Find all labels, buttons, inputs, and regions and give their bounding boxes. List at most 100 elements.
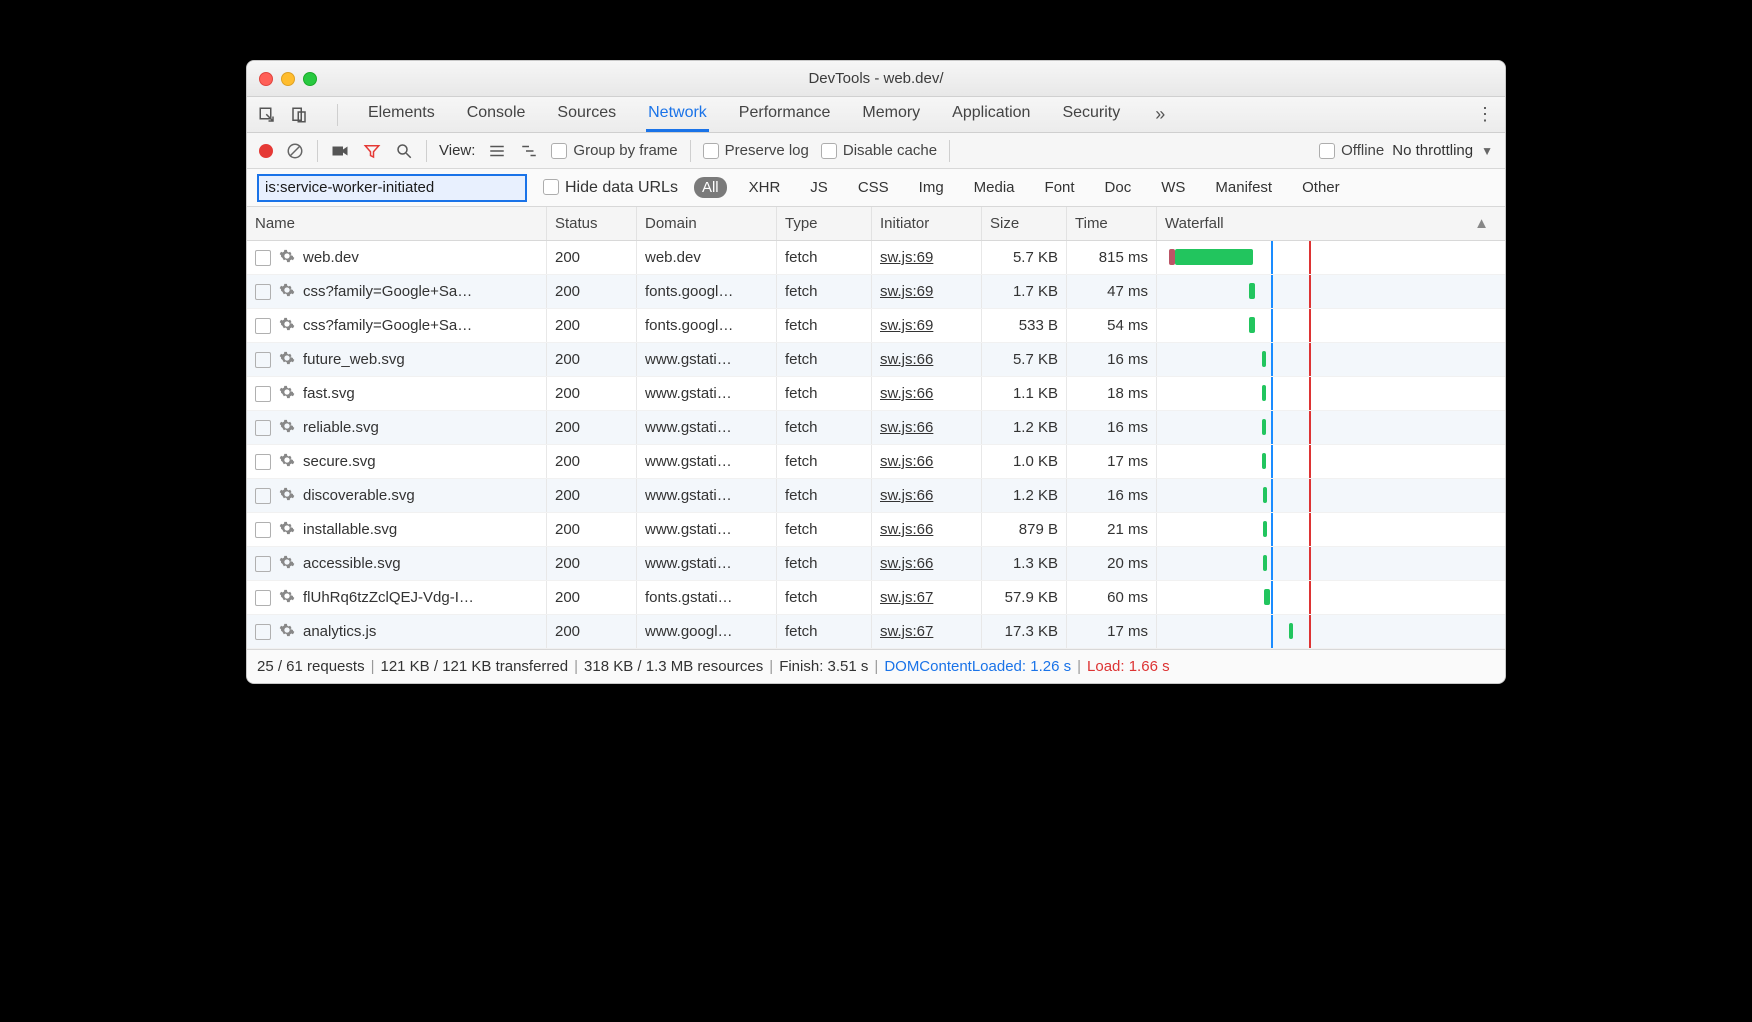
minimize-icon[interactable]: [281, 72, 295, 86]
row-checkbox[interactable]: [255, 488, 271, 504]
initiator-link[interactable]: sw.js:67: [880, 589, 933, 606]
row-checkbox[interactable]: [255, 386, 271, 402]
filter-bar: Hide data URLs All XHR JS CSS Img Media Font Do…: [247, 169, 1505, 207]
row-checkbox[interactable]: [255, 420, 271, 436]
overflow-tabs-icon[interactable]: »: [1150, 105, 1170, 125]
camera-icon[interactable]: [330, 141, 350, 161]
tab-application[interactable]: Application: [950, 97, 1032, 132]
cell-time: 16 ms: [1067, 343, 1157, 376]
record-button[interactable]: [259, 144, 273, 158]
cell-time: 18 ms: [1067, 377, 1157, 410]
maximize-icon[interactable]: [303, 72, 317, 86]
col-type[interactable]: Type: [777, 207, 872, 240]
inspect-icon[interactable]: [257, 105, 277, 125]
initiator-link[interactable]: sw.js:69: [880, 249, 933, 266]
filter-type-doc[interactable]: Doc: [1097, 177, 1140, 198]
col-status[interactable]: Status: [547, 207, 637, 240]
initiator-link[interactable]: sw.js:66: [880, 521, 933, 538]
cell-size: 57.9 KB: [982, 581, 1067, 614]
filter-type-ws[interactable]: WS: [1153, 177, 1193, 198]
clear-icon[interactable]: [285, 141, 305, 161]
tab-sources[interactable]: Sources: [555, 97, 618, 132]
initiator-link[interactable]: sw.js:69: [880, 317, 933, 334]
table-row[interactable]: analytics.js200www.googl…fetchsw.js:6717…: [247, 615, 1505, 649]
close-icon[interactable]: [259, 72, 273, 86]
col-time[interactable]: Time: [1067, 207, 1157, 240]
filter-type-other[interactable]: Other: [1294, 177, 1348, 198]
tab-console[interactable]: Console: [465, 97, 528, 132]
tab-memory[interactable]: Memory: [860, 97, 922, 132]
filter-type-js[interactable]: JS: [802, 177, 836, 198]
col-size[interactable]: Size: [982, 207, 1067, 240]
table-row[interactable]: installable.svg200www.gstati…fetchsw.js:…: [247, 513, 1505, 547]
device-toggle-icon[interactable]: [289, 105, 309, 125]
col-waterfall[interactable]: Waterfall▲: [1157, 207, 1505, 240]
search-icon[interactable]: [394, 141, 414, 161]
filter-type-manifest[interactable]: Manifest: [1207, 177, 1280, 198]
cell-type: fetch: [777, 411, 872, 444]
row-checkbox[interactable]: [255, 250, 271, 266]
kebab-menu-icon[interactable]: ⋮: [1475, 105, 1495, 125]
tab-elements[interactable]: Elements: [366, 97, 437, 132]
disable-cache-checkbox[interactable]: Disable cache: [821, 142, 937, 159]
waterfall-view-icon[interactable]: [519, 141, 539, 161]
initiator-link[interactable]: sw.js:66: [880, 453, 933, 470]
filter-type-img[interactable]: Img: [911, 177, 952, 198]
col-name[interactable]: Name: [247, 207, 547, 240]
hide-data-urls-checkbox[interactable]: Hide data URLs: [543, 179, 678, 197]
initiator-link[interactable]: sw.js:66: [880, 351, 933, 368]
table-row[interactable]: future_web.svg200www.gstati…fetchsw.js:6…: [247, 343, 1505, 377]
group-by-frame-checkbox[interactable]: Group by frame: [551, 142, 677, 159]
table-row[interactable]: web.dev200web.devfetchsw.js:695.7 KB815 …: [247, 241, 1505, 275]
initiator-link[interactable]: sw.js:66: [880, 555, 933, 572]
col-initiator[interactable]: Initiator: [872, 207, 982, 240]
table-row[interactable]: css?family=Google+Sa…200fonts.googl…fetc…: [247, 309, 1505, 343]
filter-icon[interactable]: [362, 141, 382, 161]
preserve-log-checkbox[interactable]: Preserve log: [703, 142, 809, 159]
tab-network[interactable]: Network: [646, 97, 709, 132]
cell-waterfall: [1157, 241, 1505, 274]
initiator-link[interactable]: sw.js:66: [880, 487, 933, 504]
row-checkbox[interactable]: [255, 590, 271, 606]
table-row[interactable]: accessible.svg200www.gstati…fetchsw.js:6…: [247, 547, 1505, 581]
divider: [426, 140, 427, 162]
table-row[interactable]: css?family=Google+Sa…200fonts.googl…fetc…: [247, 275, 1505, 309]
cell-domain: www.gstati…: [637, 479, 777, 512]
filter-type-xhr[interactable]: XHR: [741, 177, 789, 198]
row-checkbox[interactable]: [255, 318, 271, 334]
cell-status: 200: [547, 479, 637, 512]
filter-input[interactable]: [257, 174, 527, 202]
table-row[interactable]: secure.svg200www.gstati…fetchsw.js:661.0…: [247, 445, 1505, 479]
tab-security[interactable]: Security: [1060, 97, 1122, 132]
table-row[interactable]: reliable.svg200www.gstati…fetchsw.js:661…: [247, 411, 1505, 445]
row-checkbox[interactable]: [255, 624, 271, 640]
table-row[interactable]: discoverable.svg200www.gstati…fetchsw.js…: [247, 479, 1505, 513]
initiator-link[interactable]: sw.js:67: [880, 623, 933, 640]
filter-type-font[interactable]: Font: [1037, 177, 1083, 198]
table-row[interactable]: flUhRq6tzZclQEJ-Vdg-I…200fonts.gstati…fe…: [247, 581, 1505, 615]
large-rows-icon[interactable]: [487, 141, 507, 161]
tab-performance[interactable]: Performance: [737, 97, 833, 132]
row-checkbox[interactable]: [255, 352, 271, 368]
row-checkbox[interactable]: [255, 522, 271, 538]
chevron-down-icon[interactable]: ▼: [1481, 144, 1493, 158]
throttling-select[interactable]: No throttling: [1392, 142, 1473, 159]
gear-icon: [279, 350, 295, 370]
initiator-link[interactable]: sw.js:66: [880, 419, 933, 436]
table-row[interactable]: fast.svg200www.gstati…fetchsw.js:661.1 K…: [247, 377, 1505, 411]
row-checkbox[interactable]: [255, 454, 271, 470]
filter-type-all[interactable]: All: [694, 177, 727, 198]
offline-checkbox[interactable]: Offline: [1319, 142, 1384, 159]
initiator-link[interactable]: sw.js:69: [880, 283, 933, 300]
cell-waterfall: [1157, 615, 1505, 648]
initiator-link[interactable]: sw.js:66: [880, 385, 933, 402]
panel-tabs: Elements Console Sources Network Performance…: [247, 97, 1505, 133]
row-checkbox[interactable]: [255, 284, 271, 300]
sb-finish: Finish: 3.51 s: [779, 658, 868, 675]
filter-type-css[interactable]: CSS: [850, 177, 897, 198]
filter-type-media[interactable]: Media: [966, 177, 1023, 198]
request-name: css?family=Google+Sa…: [303, 283, 472, 300]
row-checkbox[interactable]: [255, 556, 271, 572]
cell-waterfall: [1157, 343, 1505, 376]
col-domain[interactable]: Domain: [637, 207, 777, 240]
